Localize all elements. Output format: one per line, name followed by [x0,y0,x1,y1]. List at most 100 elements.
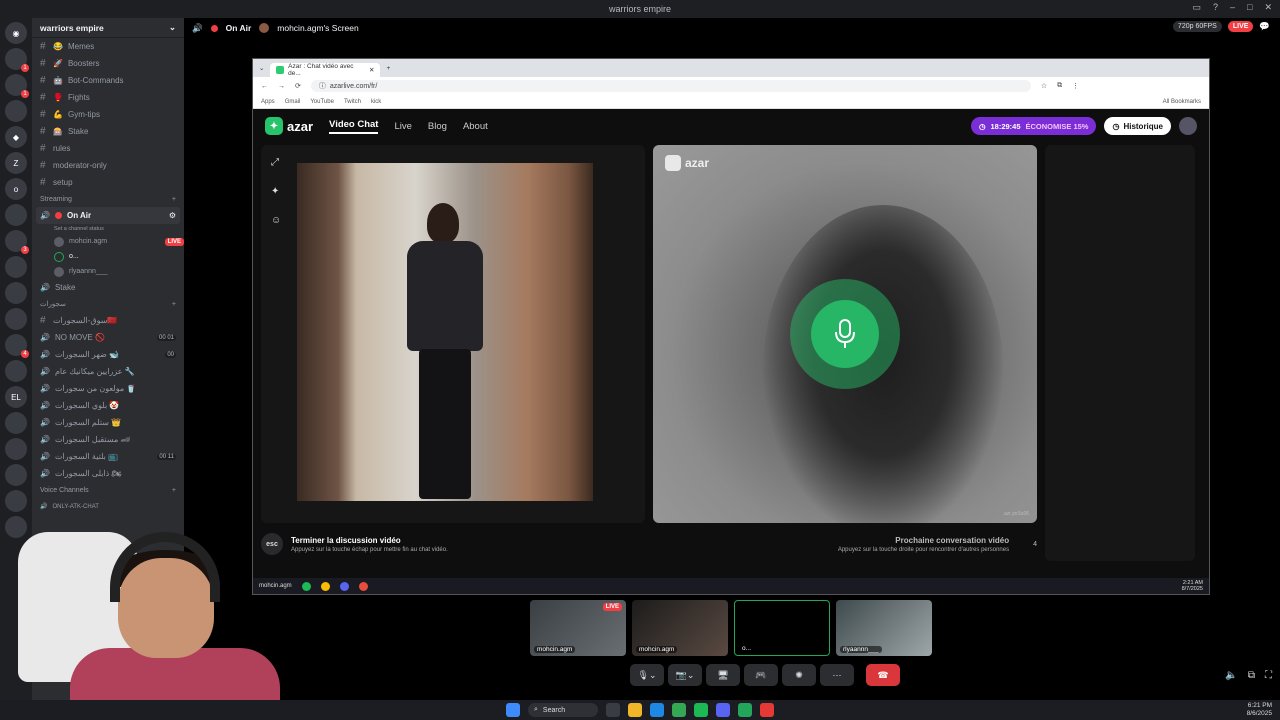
bookmark-star-icon[interactable]: ☆ [1041,82,1047,90]
soundboard-button[interactable]: ✺ [782,664,816,686]
bookmark-gmail[interactable]: Gmail [285,99,301,105]
channel-moderator-only[interactable]: # moderator-only [32,157,184,174]
server-icon[interactable] [5,204,27,226]
screen-share-button[interactable]: 🖥 [706,664,740,686]
file-explorer-icon[interactable] [628,703,642,717]
minimize-icon[interactable]: – [1230,2,1235,13]
arabic-channel[interactable]: 🔊 بلوي السجورات 🤡 [32,397,184,414]
mute-button[interactable]: 🎙 ⌄ [630,664,664,686]
arabic-channel[interactable]: 🔊 NO MOVE 🚫 00 01 [32,329,184,346]
channel-fights[interactable]: # 🥊 Fights [32,89,184,106]
help-icon[interactable]: ? [1213,2,1218,13]
plus-icon[interactable]: + [172,196,176,203]
voice-channel-only-atk[interactable]: 🔊 ONLY-ATK-CHAT [32,498,184,515]
chevron-down-icon[interactable]: ⌄ [169,22,176,33]
channel-gym-tips[interactable]: # 💪 Gym-tips [32,106,184,123]
bookmark-kick[interactable]: kick [371,99,381,105]
channel-memes[interactable]: # 😂 Memes [32,38,184,55]
arabic-channel[interactable]: 🔊 ضهر السجورات 🐋 00 [32,346,184,363]
system-tray[interactable]: 6:21 PM 8/6/2025 [1247,702,1272,718]
category-voice[interactable]: Voice Channels + [32,482,184,498]
expand-icon[interactable]: ⤢ [271,157,281,168]
server-icon[interactable] [5,464,27,486]
tab-menu-icon[interactable]: ⌄ [259,64,264,72]
forward-icon[interactable]: → [278,83,285,90]
extensions-icon[interactable]: ⧉ [1057,82,1062,90]
server-icon[interactable] [5,256,27,278]
channel-rules[interactable]: # rules [32,140,184,157]
chrome-icon[interactable] [672,703,686,717]
server-icon[interactable]: 1 [5,74,29,98]
participant-tile[interactable]: rlyaannn___ [836,600,932,656]
server-icon[interactable] [5,282,27,304]
arabic-channel[interactable]: 🔊 مستقبل السجورات 🏎 [32,431,184,448]
site-info-icon[interactable]: ⓘ [319,81,326,91]
app-icon[interactable] [760,703,774,717]
start-icon[interactable] [506,703,520,717]
close-tab-icon[interactable]: ✕ [369,66,374,74]
discord-home-icon[interactable]: ◉ [5,22,27,44]
server-icon[interactable] [5,360,27,382]
voice-member[interactable]: rlyaannn___ [32,264,184,279]
server-icon[interactable]: o [5,178,27,200]
more-button[interactable]: ⋯ [820,664,854,686]
category-streaming[interactable]: Streaming + [32,191,184,207]
arabic-channel[interactable]: 🔊 مولعون من سجورات 🥤 [32,380,184,397]
chevron-down-icon[interactable]: ⌄ [687,670,695,681]
camera-button[interactable]: 📷 ⌄ [668,664,702,686]
plus-icon[interactable]: + [172,301,176,308]
new-tab-icon[interactable]: + [386,65,390,72]
voice-channel-stake[interactable]: 🔊 Stake [32,279,184,296]
nav-live[interactable]: Live [394,121,411,132]
participant-tile[interactable]: mohcin.agm [632,600,728,656]
channel-bot-commands[interactable]: # 🤖 Bot-Commands [32,72,184,89]
close-icon[interactable]: ✕ [1264,2,1272,13]
browser-tab[interactable]: Azar : Chat vidéo avec de... ✕ [270,63,381,77]
voice-member[interactable]: o... [32,249,184,264]
sticker-icon[interactable]: ☺ [271,215,281,226]
discord-icon[interactable] [716,703,730,717]
app-icon[interactable] [738,703,752,717]
server-icon[interactable] [5,490,27,512]
server-icon[interactable]: 3 [5,230,29,254]
address-bar[interactable]: ⓘ azarlive.com/fr/ [310,80,1031,92]
effects-icon[interactable]: ✦ [271,186,281,197]
bookmark-youtube[interactable]: YouTube [310,99,334,105]
server-icon[interactable]: ◆ [5,126,27,148]
arabic-channel[interactable]: 🔊 ستلم السجورات 👑 [32,414,184,431]
all-bookmarks[interactable]: All Bookmarks [1163,99,1201,105]
back-icon[interactable]: ← [261,83,268,90]
voice-channel-on-air[interactable]: 🔊 On Air ⚙ [36,207,180,224]
inbox-icon[interactable]: ▭ [1192,2,1201,13]
server-icon[interactable]: Z [5,152,27,174]
profile-avatar[interactable] [1179,117,1197,135]
chevron-down-icon[interactable]: ⌄ [649,670,657,681]
chat-icon[interactable]: 💬 [1259,21,1270,32]
server-header[interactable]: warriors empire ⌄ [32,18,184,38]
browser-menu-icon[interactable]: ⋮ [1072,82,1079,90]
voice-member[interactable]: mohcin.agm LIVE [32,234,184,249]
disconnect-button[interactable]: ☎ [866,664,900,686]
server-icon[interactable] [5,438,27,460]
channel-status-hint[interactable]: Set a channel status [32,224,184,234]
azar-logo[interactable]: ✦ azar [265,117,313,135]
promo-button[interactable]: ◷ 18:29:45 ÉCONOMISE 15% [970,117,1097,135]
taskbar-search[interactable]: ⌕ Search [528,703,598,717]
spotify-icon[interactable] [694,703,708,717]
plus-icon[interactable]: + [172,487,176,494]
arabic-channel[interactable]: 🔊 بلتية السجورات 📺 00 11 [32,448,184,465]
popout-icon[interactable]: ⧉ [1248,670,1255,681]
arabic-channel[interactable]: 🔊 عزرايين ميكانيك عام 🔧 [32,363,184,380]
participant-tile[interactable]: LIVE mohcin.agm [530,600,626,656]
channel-boosters[interactable]: # 🚀 Boosters [32,55,184,72]
server-icon[interactable]: EL [5,386,27,408]
server-icon[interactable]: 1 [5,48,29,72]
bookmark-twitch[interactable]: Twitch [344,99,361,105]
server-icon[interactable] [5,412,27,434]
settings-icon[interactable]: ⚙ [169,211,176,220]
nav-about[interactable]: About [463,121,488,132]
maximize-icon[interactable]: □ [1247,2,1252,13]
next-chat-hint[interactable]: Prochaine conversation vidéo Appuyez sur… [838,536,1009,553]
nav-blog[interactable]: Blog [428,121,447,132]
participant-tile[interactable]: o... [734,600,830,656]
